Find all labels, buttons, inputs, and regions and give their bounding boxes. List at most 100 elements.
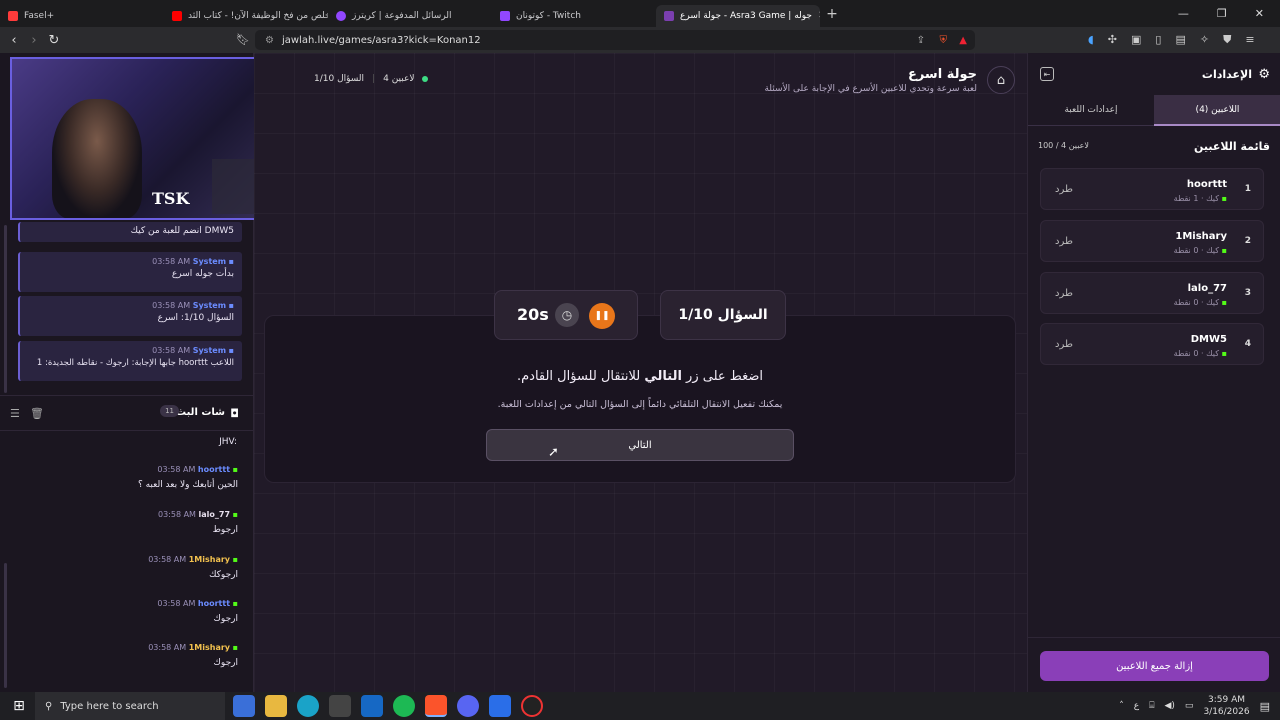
spotify-icon[interactable] <box>393 695 415 717</box>
tab-favicon-icon <box>336 10 346 21</box>
next-button[interactable]: التالي <box>486 429 794 461</box>
taskbar-search[interactable]: ⚲ Type here to search <box>35 692 225 720</box>
site-info-icon[interactable]: ⚙ <box>265 35 274 46</box>
keyboard-language[interactable]: ع <box>1134 701 1139 711</box>
game-title: جولة اسرع <box>907 67 977 82</box>
file-explorer-icon[interactable] <box>265 695 287 717</box>
message-user[interactable]: hoorttt <box>198 465 230 474</box>
tasks-icon[interactable] <box>489 695 511 717</box>
message-user[interactable]: 1Mishary <box>189 555 230 564</box>
browser-tab-5[interactable]: جولة اسرع - Asra3 Game | جوله✕ <box>656 4 820 27</box>
tab-label: الرسائل المدفوعة | كريترز <box>352 10 452 21</box>
browser-tab-4[interactable]: كوتونان - Twitch <box>492 5 656 27</box>
new-tab-button[interactable]: + <box>820 6 844 22</box>
browser-tab-2[interactable]: تخلص من فخ الوظيفة الآن! - كتاب الثد... <box>164 5 328 27</box>
audio-icon[interactable]: ◖ <box>1088 33 1094 47</box>
prompt-suffix: للانتقال للسؤال القادم. <box>516 369 641 384</box>
remove-all-players-button[interactable]: إزالة جميع اللاعبين <box>1040 651 1269 681</box>
message-time: 03:58 AM <box>152 257 191 266</box>
trash-icon[interactable]: 🗑︎ <box>30 407 44 420</box>
chat-message: 03:58 AM lalo_77 ▪ ارجوط <box>8 510 238 535</box>
player-card: 3 lalo_77 ▪ كيك · 0 نقطة طرد <box>1040 272 1264 314</box>
tab-players[interactable]: اللاعبين (4) <box>1154 95 1280 126</box>
message-user[interactable]: lalo_77 <box>199 510 231 519</box>
network-icon[interactable]: ⌸ <box>1149 701 1154 711</box>
screenshot-icon[interactable]: ▣ <box>1131 33 1141 47</box>
activity-scrollbar[interactable] <box>4 225 7 393</box>
message-time: 03:58 AM <box>148 643 187 652</box>
bookmark-icon[interactable]: 🔖︎ <box>236 33 250 46</box>
settings-panel: ⇤ ⚙ الإعدادات اللاعبين (4) إعدادات اللعب… <box>1027 53 1280 692</box>
chat-partial-message: JHV: <box>219 437 237 447</box>
player-meta: ▪ كيك · 0 نقطة <box>1173 298 1227 307</box>
forward-icon[interactable]: › <box>24 33 44 48</box>
player-points: 0 نقطة <box>1173 349 1199 358</box>
message-user[interactable]: hoorttt <box>198 599 230 608</box>
prompt-text: اضغط على زر التالي للانتقال للسؤال القاد… <box>264 369 1016 384</box>
player-rank: 2 <box>1244 236 1251 246</box>
player-name: DMW5 <box>1190 334 1227 345</box>
reload-icon[interactable]: ↻ <box>44 33 64 48</box>
brave-shield-icon[interactable]: ⛨ <box>940 35 948 46</box>
browser-tab-1[interactable]: Fasel+ <box>0 5 164 27</box>
kick-player-button[interactable]: طرد <box>1055 184 1073 195</box>
home-button[interactable]: ⌂ <box>987 66 1015 94</box>
notifications-icon[interactable]: ▤ <box>1260 700 1270 713</box>
brave-rewards-icon[interactable]: ▲ <box>959 35 967 46</box>
address-toolbar: ‹ › ↻ 🔖︎ ⚙ jawlah.live/games/asra3?kick=… <box>0 27 1280 53</box>
sidebar-icon[interactable]: ▯ <box>1155 33 1161 47</box>
kick-player-button[interactable]: طرد <box>1055 339 1073 350</box>
discord-icon[interactable] <box>457 695 479 717</box>
vpn-icon[interactable]: ⛊ <box>1223 33 1231 47</box>
timer-badge: 20s ◷ ❚❚ <box>494 290 638 340</box>
minimize-icon[interactable]: — <box>1178 7 1189 20</box>
kick-player-button[interactable]: طرد <box>1055 236 1073 247</box>
activity-meta: 03:58 AM System ▪ <box>28 301 234 310</box>
player-rank: 3 <box>1244 288 1251 298</box>
edge-icon[interactable] <box>297 695 319 717</box>
browser-tab-3[interactable]: الرسائل المدفوعة | كريترز <box>328 5 492 27</box>
tab-label: تخلص من فخ الوظيفة الآن! - كتاب الثد... <box>188 10 328 21</box>
hint-text: يمكنك تفعيل الانتقال التلقائي دائماً إلى… <box>497 399 783 410</box>
message-time: 03:58 AM <box>152 346 191 355</box>
copilot-icon[interactable] <box>233 695 255 717</box>
chat-layout-icon[interactable]: ☰ <box>10 407 20 420</box>
back-icon[interactable]: ‹ <box>4 33 24 48</box>
obs-icon[interactable] <box>521 695 543 717</box>
outlook-icon[interactable] <box>361 695 383 717</box>
question-badge: السؤال 1/10 <box>660 290 786 340</box>
close-window-icon[interactable]: ✕ <box>1255 7 1264 20</box>
status-divider: | <box>372 74 376 84</box>
mouse-cursor-icon: ➚ <box>548 445 559 460</box>
chat-bubble-icon: ◘ <box>230 407 239 420</box>
battery-icon[interactable]: ▭ <box>1185 701 1194 711</box>
chat-title: شات البث <box>176 407 225 418</box>
prompt-prefix: اضغط على زر <box>686 369 764 384</box>
chat-text: ارجوك <box>213 658 238 668</box>
chat-text: ارجوكك <box>209 570 238 580</box>
tab-game-settings[interactable]: إعدادات اللعبة <box>1028 95 1154 126</box>
windows-start-icon[interactable]: ⊞ <box>8 695 30 717</box>
message-time: 03:58 AM <box>157 465 196 474</box>
collapse-panel-icon[interactable]: ⇤ <box>1040 67 1054 81</box>
message-user[interactable]: 1Mishary <box>189 643 230 652</box>
clock[interactable]: 3:59 AM 3/16/2026 <box>1203 694 1249 718</box>
activity-text: DMW5 انضم للعبة من كيك <box>130 226 234 236</box>
url-bar[interactable]: ⚙ jawlah.live/games/asra3?kick=Konan12 ⇪… <box>255 30 975 50</box>
activity-message: DMW5 انضم للعبة من كيك <box>18 222 242 242</box>
menu-icon[interactable]: ≡ <box>1245 33 1254 47</box>
leo-icon[interactable]: ✧ <box>1200 33 1209 47</box>
question-label: السؤال 1/10 <box>678 307 768 323</box>
tray-chevron-icon[interactable]: ˄ <box>1119 701 1124 711</box>
store-icon[interactable] <box>329 695 351 717</box>
kick-player-button[interactable]: طرد <box>1055 288 1073 299</box>
brave-icon[interactable] <box>425 695 447 717</box>
pause-button[interactable]: ❚❚ <box>589 303 615 329</box>
chat-scrollbar[interactable] <box>4 563 7 688</box>
extensions-icon[interactable]: ✣ <box>1108 33 1117 47</box>
message-time: 03:58 AM <box>148 555 187 564</box>
wallet-icon[interactable]: ▤ <box>1175 33 1185 47</box>
share-icon[interactable]: ⇪ <box>917 35 925 46</box>
volume-icon[interactable]: ◀) <box>1164 701 1174 711</box>
maximize-icon[interactable]: ❐ <box>1217 7 1227 20</box>
